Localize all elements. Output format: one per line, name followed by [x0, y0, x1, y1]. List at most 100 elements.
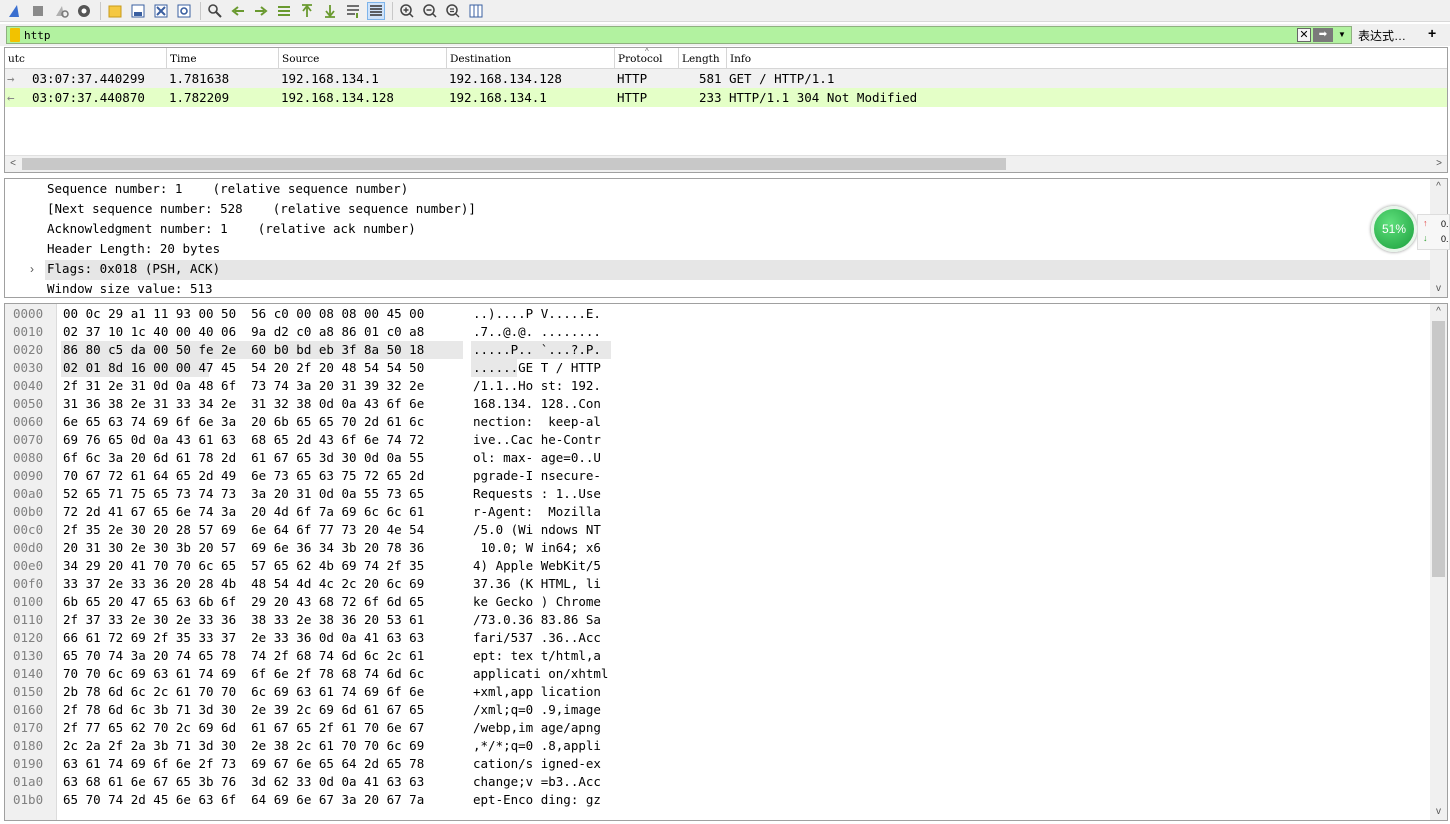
shark-fin-start-icon[interactable] [6, 2, 24, 20]
ascii-row[interactable]: fari/537 .36..Acc [473, 630, 601, 645]
ascii-row[interactable]: /1.1..Ho st: 192. [473, 378, 601, 393]
hex-bytes-row[interactable]: 02 37 10 1c 40 00 40 06 9a d2 c0 a8 86 0… [63, 324, 424, 339]
ascii-row[interactable]: r-Agent: Mozilla [473, 504, 601, 519]
hex-bytes-row[interactable]: 00 0c 29 a1 11 93 00 50 56 c0 00 08 08 0… [63, 306, 424, 321]
ascii-row[interactable]: ......GE T / HTTP [473, 360, 601, 375]
go-to-packet-icon[interactable] [275, 2, 293, 20]
ascii-row[interactable]: ive..Cac he-Contr [473, 432, 601, 447]
scrollbar-thumb[interactable] [22, 158, 1006, 170]
ascii-row[interactable]: change;v =b3..Acc [473, 774, 601, 789]
hex-bytes-row[interactable]: 2b 78 6d 6c 2c 61 70 70 6c 69 63 61 74 6… [63, 684, 424, 699]
clear-filter-icon[interactable]: ✕ [1297, 28, 1311, 42]
ascii-row[interactable]: +xml,app lication [473, 684, 601, 699]
save-file-icon[interactable] [129, 2, 147, 20]
zoom-out-icon[interactable] [421, 2, 439, 20]
ascii-row[interactable]: /webp,im age/apng [473, 720, 601, 735]
hex-bytes-row[interactable]: 6e 65 63 74 69 6f 6e 3a 20 6b 65 65 70 2… [63, 414, 424, 429]
ascii-row[interactable]: .7..@.@. ........ [473, 324, 601, 339]
hex-bytes-row[interactable]: 2c 2a 2f 2a 3b 71 3d 30 2e 38 2c 61 70 7… [63, 738, 424, 753]
filter-text[interactable]: http [24, 29, 51, 42]
resize-columns-icon[interactable] [467, 2, 485, 20]
hex-bytes-row[interactable]: 52 65 71 75 65 73 74 73 3a 20 31 0d 0a 5… [63, 486, 424, 501]
packet-row[interactable]: → 03:07:37.440299 1.781638 192.168.134.1… [5, 69, 1447, 88]
ascii-row[interactable]: cation/s igned-ex [473, 756, 601, 771]
ascii-row[interactable]: nection: keep-al [473, 414, 601, 429]
hex-bytes-row[interactable]: 69 76 65 0d 0a 43 61 63 68 65 2d 43 6f 6… [63, 432, 424, 447]
ascii-row[interactable]: ke Gecko ) Chrome [473, 594, 601, 609]
network-speed-badge[interactable]: 51% [1371, 206, 1417, 252]
go-forward-icon[interactable] [252, 2, 270, 20]
hex-bytes-row[interactable]: 65 70 74 2d 45 6e 63 6f 64 69 6e 67 3a 2… [63, 792, 424, 807]
hex-bytes-row[interactable]: 2f 35 2e 30 20 28 57 69 6e 64 6f 77 73 2… [63, 522, 424, 537]
filter-bookmark-icon[interactable] [10, 28, 20, 42]
expression-button[interactable]: 表达式… [1358, 27, 1406, 44]
stop-square-icon[interactable] [29, 2, 47, 20]
display-filter-input[interactable]: http ✕ ➡ ▼ [6, 26, 1352, 44]
hex-bytes-row[interactable]: 33 37 2e 33 36 20 28 4b 48 54 4d 4c 2c 2… [63, 576, 424, 591]
ascii-row[interactable]: ol: max- age=0..U [473, 450, 601, 465]
restart-icon[interactable] [52, 2, 70, 20]
hex-bytes-row[interactable]: 6f 6c 3a 20 6d 61 78 2d 61 67 65 3d 30 0… [63, 450, 424, 465]
hex-bytes-row[interactable]: 2f 37 33 2e 30 2e 33 36 38 33 2e 38 36 2… [63, 612, 424, 627]
hex-bytes-row[interactable]: 2f 77 65 62 70 2c 69 6d 61 67 65 2f 61 7… [63, 720, 424, 735]
ascii-row[interactable]: ..)....P V.....E. [473, 306, 601, 321]
ascii-row[interactable]: Requests : 1..Use [473, 486, 601, 501]
detail-line[interactable]: Acknowledgment number: 1 (relative ack n… [47, 221, 416, 241]
ascii-row[interactable]: /xml;q=0 .9,image [473, 702, 601, 717]
hex-bytes-row[interactable]: 2f 78 6d 6c 3b 71 3d 30 2e 39 2c 69 6d 6… [63, 702, 424, 717]
detail-line[interactable]: Window size value: 513 [47, 281, 213, 301]
add-filter-button[interactable]: + [1428, 25, 1436, 41]
detail-line[interactable]: Header Length: 20 bytes [47, 241, 220, 261]
go-first-icon[interactable] [298, 2, 316, 20]
apply-filter-arrow-icon[interactable]: ➡ [1313, 28, 1333, 42]
column-header-info[interactable]: Info [727, 48, 1447, 69]
normal-size-icon[interactable] [444, 2, 462, 20]
zoom-in-icon[interactable] [398, 2, 416, 20]
hex-bytes-row[interactable]: 86 80 c5 da 00 50 fe 2e 60 b0 bd eb 3f 8… [63, 342, 424, 357]
go-last-icon[interactable] [321, 2, 339, 20]
ascii-row[interactable]: applicati on/xhtml [473, 666, 608, 681]
ascii-row[interactable]: 37.36 (K HTML, li [473, 576, 601, 591]
scroll-down-icon[interactable]: v [1430, 281, 1447, 297]
vertical-scrollbar[interactable]: ^ v [1430, 304, 1447, 820]
scroll-right-icon[interactable]: > [1431, 156, 1447, 172]
column-header-source[interactable]: Source [279, 48, 447, 69]
detail-line-flags[interactable]: Flags: 0x018 (PSH, ACK) [47, 261, 220, 281]
hex-bytes-row[interactable]: 63 68 61 6e 67 65 3b 76 3d 62 33 0d 0a 4… [63, 774, 424, 789]
colorize-icon[interactable] [367, 1, 385, 20]
column-header-time[interactable]: Time [167, 48, 279, 69]
hex-bytes-row[interactable]: 66 61 72 69 2f 35 33 37 2e 33 36 0d 0a 4… [63, 630, 424, 645]
ascii-row[interactable]: .....P.. `...?.P. [473, 342, 601, 357]
ascii-row[interactable]: /5.0 (Wi ndows NT [473, 522, 601, 537]
capture-options-gear-icon[interactable] [75, 2, 93, 20]
detail-line[interactable]: [Next sequence number: 528 (relative seq… [47, 201, 476, 221]
column-header-utc[interactable]: utc [5, 48, 167, 69]
chevron-down-icon[interactable]: ▼ [1335, 28, 1349, 42]
hex-bytes-row[interactable]: 34 29 20 41 70 70 6c 65 57 65 62 4b 69 7… [63, 558, 424, 573]
ascii-row[interactable]: pgrade-I nsecure- [473, 468, 601, 483]
scroll-down-icon[interactable]: v [1430, 804, 1447, 820]
ascii-row[interactable]: ept-Enco ding: gz [473, 792, 601, 807]
hex-bytes-row[interactable]: 6b 65 20 47 65 63 6b 6f 29 20 43 68 72 6… [63, 594, 424, 609]
ascii-row[interactable]: 4) Apple WebKit/5 [473, 558, 601, 573]
auto-scroll-icon[interactable] [344, 2, 362, 20]
open-folder-icon[interactable] [106, 2, 124, 20]
hex-bytes-row[interactable]: 72 2d 41 67 65 6e 74 3a 20 4d 6f 7a 69 6… [63, 504, 424, 519]
column-header-length[interactable]: Length [679, 48, 727, 69]
column-header-destination[interactable]: Destination [447, 48, 615, 69]
scroll-up-icon[interactable]: ^ [1430, 179, 1447, 195]
scroll-up-icon[interactable]: ^ [1430, 304, 1447, 320]
ascii-row[interactable]: ,*/*;q=0 .8,appli [473, 738, 601, 753]
reload-file-icon[interactable] [175, 2, 193, 20]
ascii-row[interactable]: ept: tex t/html,a [473, 648, 601, 663]
detail-line[interactable]: Sequence number: 1 (relative sequence nu… [47, 181, 408, 201]
close-file-icon[interactable] [152, 2, 170, 20]
scrollbar-thumb[interactable] [1432, 321, 1445, 577]
go-back-icon[interactable] [229, 2, 247, 20]
ascii-row[interactable]: /73.0.36 83.86 Sa [473, 612, 601, 627]
packet-row[interactable]: ← 03:07:37.440870 1.782209 192.168.134.1… [5, 88, 1447, 107]
find-packet-icon[interactable] [206, 2, 224, 20]
hex-bytes-row[interactable]: 02 01 8d 16 00 00 47 45 54 20 2f 20 48 5… [63, 360, 424, 375]
hex-bytes-row[interactable]: 63 61 74 69 6f 6e 2f 73 69 67 6e 65 64 2… [63, 756, 424, 771]
hex-bytes-row[interactable]: 70 67 72 61 64 65 2d 49 6e 73 65 63 75 7… [63, 468, 424, 483]
